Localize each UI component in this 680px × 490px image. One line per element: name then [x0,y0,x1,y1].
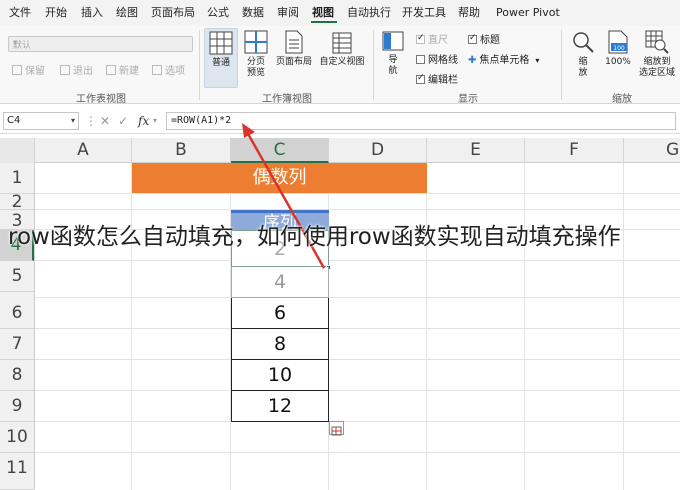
caption-overlay: row函数怎么自动填充，如何使用row函数实现自动填充操作 [8,224,621,250]
